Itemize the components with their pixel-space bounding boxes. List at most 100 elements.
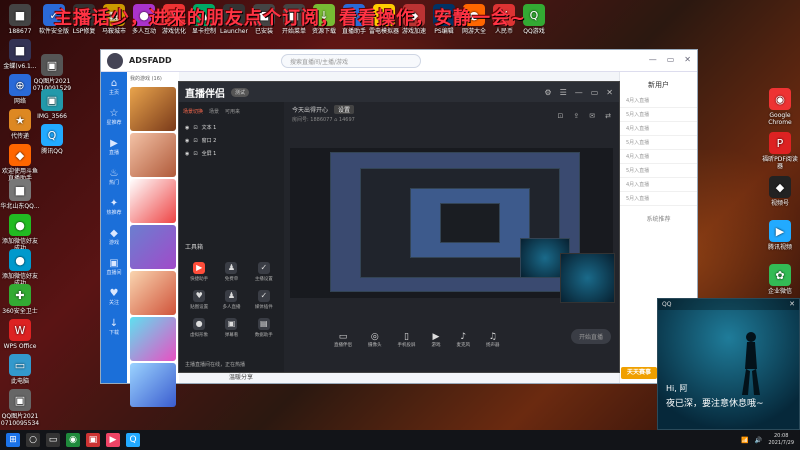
desktop-icon[interactable]: Q 腾讯QQ <box>32 124 72 155</box>
tool-button[interactable]: ♟ 免费单 <box>215 262 247 282</box>
list-item[interactable]: 4月入直播 <box>620 122 697 136</box>
avatar[interactable] <box>107 52 123 69</box>
desktop-icon[interactable]: ▭ 此电脑 <box>0 354 40 385</box>
sidebar-item[interactable]: ⌂ 主页 <box>101 72 127 102</box>
tiantian-badge[interactable]: 天天赛事 <box>621 367 657 379</box>
list-item[interactable]: 4月入直播 <box>620 178 697 192</box>
search-input[interactable]: 搜索直播间/主播/游戏 <box>281 54 421 68</box>
sidebar-item[interactable]: ✦ 热推荐 <box>101 192 127 222</box>
list-item[interactable]: 5月入直播 <box>620 108 697 122</box>
taskbar-app-icon[interactable]: ⊞ <box>6 433 20 447</box>
game-thumbnail[interactable] <box>130 317 176 361</box>
menu-icon[interactable]: ☰ <box>560 88 567 97</box>
sidebar-item[interactable]: ◆ 游戏 <box>101 222 127 252</box>
scene-tab[interactable]: 可用来 <box>225 108 240 115</box>
game-thumbnail[interactable] <box>130 87 176 131</box>
tool-button[interactable]: ▶ 快捷助手 <box>183 262 215 282</box>
scene-tab[interactable]: 场景 <box>209 108 219 115</box>
desktop-icon[interactable]: ✚ 360安全卫士 <box>0 284 40 315</box>
tool-label: 多人直播 <box>222 305 241 310</box>
game-thumbnail[interactable] <box>130 363 176 407</box>
taskbar-app-icon[interactable]: Q <box>126 433 140 447</box>
scene-item[interactable]: ◉ ⊡ 文本 1 <box>179 121 284 134</box>
tool-button[interactable]: ▤ 数据助手 <box>248 318 280 338</box>
tool-button[interactable]: ▣ 弹幕看 <box>215 318 247 338</box>
desktop-icon[interactable]: ▣QQ图片2021 0710091529 <box>32 54 72 92</box>
game-thumbnail[interactable] <box>130 225 176 269</box>
list-item[interactable]: 5月入直播 <box>620 164 697 178</box>
desktop-icon[interactable]: P 福昕PDF阅读器 <box>760 132 800 170</box>
sidebar-item[interactable]: ↓ 下载 <box>101 312 127 342</box>
tool-button[interactable]: ♟ 多人直播 <box>215 290 247 310</box>
sidebar-item[interactable]: ▶ 直播 <box>101 132 127 162</box>
sidebar-item[interactable]: ☆ 星推荐 <box>101 102 127 132</box>
desktop-icon[interactable]: W WPS Office <box>0 319 40 350</box>
stream-software-window[interactable]: 直播伴侣 测试 ⚙ ☰ — ▭ ✕ 场景切换 场景 可用来 ◉ ⊡ 文本 1 ◉ ⊡ 窗口 2… <box>178 81 620 373</box>
lock-icon[interactable]: ⊡ <box>193 125 197 131</box>
desktop-icon[interactable]: ■ 华北山东QQ... <box>0 179 40 210</box>
sidebar-item-label: 星推荐 <box>106 119 122 126</box>
minimize-icon[interactable]: — <box>575 88 583 97</box>
desktop-icon-label: 360安全卫士 <box>2 308 38 315</box>
minimize-icon[interactable]: — <box>649 55 657 64</box>
eye-icon[interactable]: ◉ <box>185 151 189 157</box>
tool-button[interactable]: ♥ 贴图设置 <box>183 290 215 310</box>
toolbar-button[interactable]: ▶ 游戏 <box>432 332 441 348</box>
start-live-button[interactable]: 开始直播 <box>570 329 611 344</box>
list-item[interactable]: 5月入直播 <box>620 136 697 150</box>
volume-icon[interactable]: 🔊 <box>755 437 762 444</box>
network-icon[interactable]: 📶 <box>741 437 748 444</box>
sidebar-item[interactable]: ▣ 直播间 <box>101 252 127 282</box>
desktop-icon[interactable]: ▣ QQ图片2021 0710095534 <box>0 389 40 427</box>
tool-button[interactable]: ✓ 主播设置 <box>248 262 280 282</box>
taskbar-app-icon[interactable]: ◉ <box>66 433 80 447</box>
taskbar-app-icon[interactable]: ▶ <box>106 433 120 447</box>
scene-item[interactable]: ◉ ⊡ 全屏 1 <box>179 147 284 160</box>
close-icon[interactable]: ✕ <box>606 88 613 97</box>
qq-popup[interactable]: QQ ✕ Hi, 阿 夜已深，要注意休息哦~ <box>657 298 800 430</box>
app-username: ADSFADD <box>129 56 172 65</box>
desktop-icon[interactable]: ●添加微信好友成功 <box>0 249 40 287</box>
desktop-icon[interactable]: ◉ Google Chrome <box>760 88 800 126</box>
lock-icon[interactable]: ⊡ <box>558 112 564 120</box>
maximize-icon[interactable]: ▭ <box>667 55 675 64</box>
desktop-icon[interactable]: ●添加微信好友成功 <box>0 214 40 252</box>
settings-icon[interactable]: ⚙ <box>544 88 551 97</box>
sidebar-item[interactable]: ♨ 热门 <box>101 162 127 192</box>
game-thumbnail[interactable] <box>130 179 176 223</box>
lock-icon[interactable]: ⊡ <box>193 138 197 144</box>
clock[interactable]: 20:08 2021/7/29 <box>768 433 794 447</box>
list-item[interactable]: 4月入直播 <box>620 150 697 164</box>
toolbar-button[interactable]: ♪ 麦克风 <box>457 332 471 348</box>
list-item[interactable]: 4月入直播 <box>620 94 697 108</box>
tool-button[interactable]: ● 虚拟形象 <box>183 318 215 338</box>
toolbar-button[interactable]: ♫ 扬声器 <box>486 332 500 348</box>
game-thumbnail[interactable] <box>130 133 176 177</box>
eye-icon[interactable]: ◉ <box>185 138 189 144</box>
desktop-icon[interactable]: ▣ IMG_3566 <box>32 89 72 120</box>
taskbar-app-icon[interactable]: ▣ <box>86 433 100 447</box>
toolbar-button[interactable]: ▯ 手机投屏 <box>398 332 416 348</box>
close-icon[interactable]: ✕ <box>684 55 691 64</box>
maximize-icon[interactable]: ▭ <box>591 88 599 97</box>
game-thumbnail[interactable] <box>130 271 176 315</box>
tool-button[interactable]: ✓ 媒体插件 <box>248 290 280 310</box>
sidebar-item[interactable]: ♥ 关注 <box>101 282 127 312</box>
room-settings-button[interactable]: 设置 <box>333 105 354 114</box>
toolbar-button[interactable]: ▭ 直播伴侣 <box>334 332 352 348</box>
scene-tab[interactable]: 场景切换 <box>183 108 203 115</box>
list-item[interactable]: 5月入直播 <box>620 192 697 206</box>
scene-item[interactable]: ◉ ⊡ 窗口 2 <box>179 134 284 147</box>
eye-icon[interactable]: ◉ <box>185 125 189 131</box>
toolbar-button[interactable]: ◎ 摄像头 <box>368 332 382 348</box>
taskbar-app-icon[interactable]: ○ <box>26 433 40 447</box>
lock-icon[interactable]: ⊡ <box>193 151 197 157</box>
desktop-icon[interactable]: ▶ 腾讯视频 <box>760 220 800 251</box>
desktop-icon[interactable]: ◆ 视频号 <box>760 176 800 207</box>
close-icon[interactable]: ✕ <box>789 300 795 308</box>
desktop-icon[interactable]: ✿ 企业微信 <box>760 264 800 295</box>
link-icon[interactable]: ⇄ <box>605 112 611 120</box>
gift-icon[interactable]: ✉ <box>589 112 595 120</box>
taskbar-app-icon[interactable]: ▭ <box>46 433 60 447</box>
share-icon[interactable]: ⇪ <box>573 112 579 120</box>
